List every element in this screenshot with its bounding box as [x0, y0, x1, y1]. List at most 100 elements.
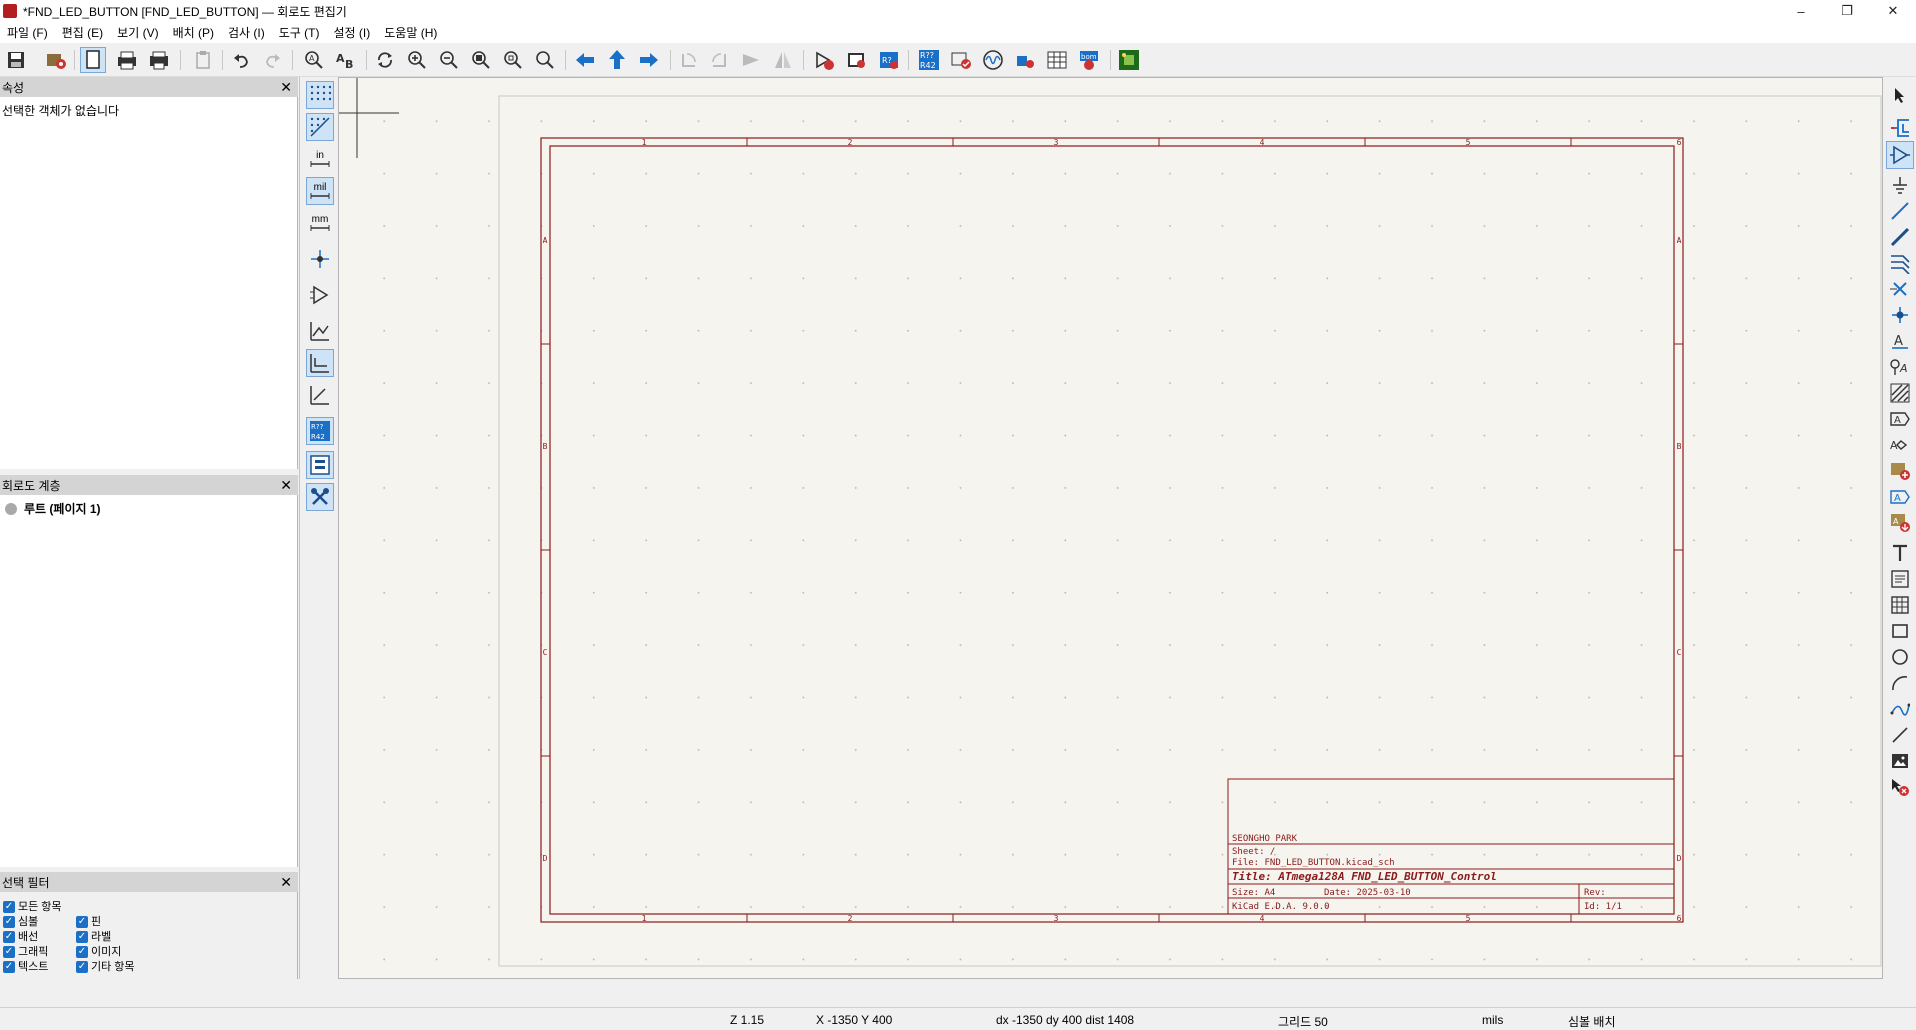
navigate-forward-icon[interactable] — [636, 47, 662, 73]
highlight-net-icon[interactable] — [1886, 113, 1914, 141]
zoom-objects-icon[interactable] — [500, 47, 526, 73]
schematic-canvas[interactable]: 1 2 3 4 5 6 1 2 3 4 5 6 A B C D A B C D — [338, 77, 1883, 979]
print-icon[interactable] — [114, 47, 140, 73]
arc-icon[interactable] — [1886, 669, 1914, 697]
menu-help[interactable]: 도움말 (H) — [377, 24, 444, 41]
pcb-editor-icon[interactable] — [1116, 47, 1142, 73]
place-wire-icon[interactable] — [1886, 197, 1914, 225]
navigate-back-icon[interactable] — [572, 47, 598, 73]
page-settings-icon[interactable] — [80, 47, 106, 73]
place-bus-icon[interactable] — [1886, 223, 1914, 251]
units-inches-button[interactable]: in — [306, 145, 334, 173]
junction-icon[interactable] — [1886, 301, 1914, 329]
save-icon[interactable] — [3, 47, 29, 73]
svg-text:A: A — [1894, 334, 1903, 349]
menu-file[interactable]: 파일 (F) — [0, 24, 55, 41]
symbol-editor-icon[interactable] — [812, 47, 838, 73]
annotate-icon[interactable]: R? — [876, 47, 902, 73]
properties-panel-toggle-icon[interactable] — [306, 483, 334, 511]
rotate-cw-icon[interactable] — [706, 47, 732, 73]
hierarchy-navigator-icon[interactable] — [306, 451, 334, 479]
erc-icon[interactable] — [948, 47, 974, 73]
place-symbol-icon[interactable] — [1886, 141, 1914, 169]
menu-view[interactable]: 보기 (V) — [110, 24, 165, 41]
restore-button[interactable]: ❐ — [1824, 0, 1870, 22]
find-replace-icon[interactable]: AB — [333, 47, 359, 73]
global-label-icon[interactable]: A — [1886, 405, 1914, 433]
bus-entry-icon[interactable] — [1886, 249, 1914, 277]
rectangle-icon[interactable] — [1886, 617, 1914, 645]
annotation-display-icon[interactable]: R?? R42 — [306, 417, 334, 445]
menu-edit[interactable]: 편집 (E) — [55, 24, 110, 41]
hidden-pins-icon[interactable] — [306, 281, 334, 309]
footprint-assign-icon[interactable] — [1012, 47, 1038, 73]
net-class-directive-icon[interactable]: A — [1886, 353, 1914, 381]
line-mode-90-icon[interactable] — [306, 349, 334, 377]
line-mode-45-icon[interactable] — [306, 381, 334, 409]
close-window-button[interactable]: ✕ — [1870, 0, 1916, 22]
place-text-icon[interactable] — [1886, 539, 1914, 567]
menu-tools[interactable]: 도구 (T) — [272, 24, 327, 41]
paste-icon[interactable] — [190, 47, 216, 73]
filter-graphics[interactable]: ✓ 그래픽 — [3, 943, 48, 959]
close-filter-icon[interactable]: ✕ — [280, 874, 292, 891]
filter-all[interactable]: ✓ 모든 항목 — [3, 898, 62, 914]
rule-area-icon[interactable] — [1886, 379, 1914, 407]
sheet-pin-icon[interactable]: A — [1886, 483, 1914, 511]
annotate-schematic-icon[interactable]: R?? R42 — [916, 47, 942, 73]
zoom-in-icon[interactable] — [404, 47, 430, 73]
symbol-fields-table-icon[interactable] — [1044, 47, 1070, 73]
cursor-crosshair-icon[interactable] — [306, 245, 334, 273]
place-power-icon[interactable] — [1886, 171, 1914, 199]
line-icon[interactable] — [1886, 721, 1914, 749]
select-arrow-icon[interactable] — [1886, 81, 1914, 109]
units-mils-button[interactable]: mil — [306, 177, 334, 205]
place-label-icon[interactable]: A — [1886, 327, 1914, 355]
filter-images[interactable]: ✓ 이미지 — [76, 943, 121, 959]
rotate-ccw-icon[interactable] — [676, 47, 702, 73]
zoom-out-icon[interactable] — [436, 47, 462, 73]
refresh-icon[interactable] — [372, 47, 398, 73]
grid-toggle-icon[interactable] — [306, 81, 334, 109]
filter-labels[interactable]: ✓ 라벨 — [76, 928, 111, 944]
minimize-button[interactable]: – — [1778, 0, 1824, 22]
circle-icon[interactable] — [1886, 643, 1914, 671]
line-mode-free-icon[interactable] — [306, 317, 334, 345]
mirror-vertical-icon[interactable] — [738, 47, 764, 73]
navigate-up-icon[interactable] — [604, 47, 630, 73]
delete-tool-icon[interactable] — [1886, 773, 1914, 801]
table-icon[interactable] — [1886, 591, 1914, 619]
image-icon[interactable] — [1886, 747, 1914, 775]
text-box-icon[interactable] — [1886, 565, 1914, 593]
filter-text[interactable]: ✓ 텍스트 — [3, 958, 48, 974]
menu-place[interactable]: 배치 (P) — [166, 24, 221, 41]
hierarchical-sheet-icon[interactable] — [1886, 457, 1914, 485]
symbol-library-browser-icon[interactable] — [844, 47, 870, 73]
bom-icon[interactable]: bom — [1076, 47, 1102, 73]
undo-icon[interactable] — [228, 47, 254, 73]
menu-inspect[interactable]: 검사 (I) — [221, 24, 272, 41]
hierarchical-label-icon[interactable]: A — [1886, 431, 1914, 459]
find-icon[interactable]: A — [301, 47, 327, 73]
simulator-icon[interactable] — [980, 47, 1006, 73]
filter-wires[interactable]: ✓ 배선 — [3, 928, 38, 944]
grid-overrides-icon[interactable] — [306, 113, 334, 141]
bezier-icon[interactable] — [1886, 695, 1914, 723]
units-mm-button[interactable]: mm — [306, 209, 334, 237]
schematic-setup-icon[interactable] — [43, 47, 69, 73]
plot-icon[interactable] — [146, 47, 172, 73]
zoom-selection-icon[interactable] — [532, 47, 558, 73]
import-sheet-pin-icon[interactable]: A — [1886, 509, 1914, 537]
mirror-horizontal-icon[interactable] — [770, 47, 796, 73]
redo-icon[interactable] — [260, 47, 286, 73]
menu-preferences[interactable]: 설정 (I) — [327, 24, 378, 41]
schematic-sheet: 1 2 3 4 5 6 1 2 3 4 5 6 A B C D A B C D — [339, 78, 1882, 967]
close-properties-icon[interactable]: ✕ — [280, 79, 292, 96]
hierarchy-root-item[interactable]: 루트 (페이지 1) — [5, 500, 101, 517]
filter-symbols[interactable]: ✓ 심볼 — [3, 913, 38, 929]
filter-pins[interactable]: ✓ 핀 — [76, 913, 101, 929]
filter-other[interactable]: ✓ 기타 항목 — [76, 958, 135, 974]
close-hierarchy-icon[interactable]: ✕ — [280, 477, 292, 494]
zoom-fit-icon[interactable] — [468, 47, 494, 73]
no-connect-icon[interactable] — [1886, 275, 1914, 303]
